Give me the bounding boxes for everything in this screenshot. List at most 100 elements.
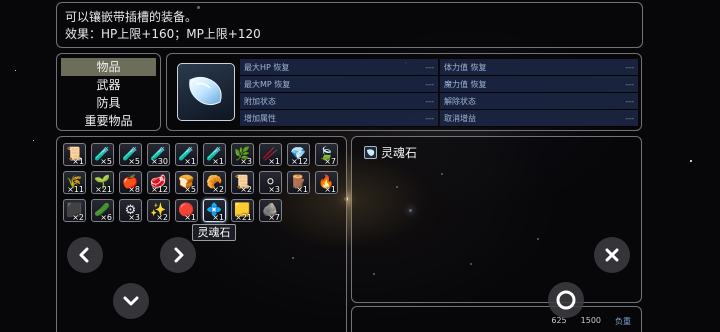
stats-row: 附加状态 --- 解除状态 --- bbox=[240, 93, 638, 110]
inventory-slot[interactable]: 🟨 ×21 bbox=[231, 199, 254, 222]
stat-label: 附加状态 bbox=[244, 96, 276, 106]
stat-value: --- bbox=[625, 96, 634, 106]
stat-value: --- bbox=[625, 113, 634, 123]
inventory-slot[interactable]: 🌾 ×11 bbox=[63, 171, 86, 194]
stat-value: --- bbox=[425, 113, 434, 123]
inventory-slot[interactable]: ⬛ ×2 bbox=[63, 199, 86, 222]
stat-cell: 取消增益 --- bbox=[440, 110, 638, 126]
item-count: ×1 bbox=[212, 213, 224, 222]
soul-stone-icon bbox=[364, 146, 377, 159]
stat-value: --- bbox=[425, 96, 434, 106]
stats-row: 增加属性 --- 取消增益 --- bbox=[240, 110, 638, 127]
category-tab-items[interactable]: 物品 bbox=[61, 58, 156, 76]
inventory-slot[interactable]: 🧪 ×5 bbox=[119, 143, 142, 166]
prev-page-button[interactable] bbox=[67, 237, 103, 273]
item-tooltip: 灵魂石 bbox=[192, 224, 236, 241]
item-description-text: 可以镶嵌带插槽的装备。 bbox=[65, 10, 198, 24]
inventory-slot[interactable]: 🥩 ×12 bbox=[147, 171, 170, 194]
stat-label: 取消增益 bbox=[444, 113, 476, 123]
soul-stone-icon bbox=[189, 76, 222, 106]
stats-row: 最大HP 恢复 --- 体力值 恢复 --- bbox=[240, 59, 638, 76]
weight-footer-panel: 625 1500 负重 bbox=[351, 306, 642, 332]
stat-cell: 附加状态 --- bbox=[240, 93, 438, 109]
stat-cell: 解除状态 --- bbox=[440, 93, 638, 109]
scroll-down-button[interactable] bbox=[113, 283, 149, 319]
item-count: ×1 bbox=[212, 157, 224, 166]
item-count: ×1 bbox=[268, 157, 280, 166]
item-count: ×1 bbox=[296, 185, 308, 194]
stat-value: --- bbox=[425, 62, 434, 72]
category-tab-weapons[interactable]: 武器 bbox=[61, 76, 156, 94]
chevron-right-icon bbox=[174, 247, 184, 263]
inventory-slot[interactable]: 💎 ×12 bbox=[287, 143, 310, 166]
item-count: ×12 bbox=[151, 185, 168, 194]
inventory-slot[interactable]: 🌿 ×3 bbox=[231, 143, 254, 166]
inventory-slot[interactable]: 🍎 ×8 bbox=[119, 171, 142, 194]
item-count: ×3 bbox=[268, 185, 280, 194]
stat-label: 魔力值 恢复 bbox=[444, 79, 487, 89]
inventory-slot[interactable]: ⚪ ×3 bbox=[259, 171, 282, 194]
item-stats-panel: 最大HP 恢复 --- 体力值 恢复 --- 最大MP 恢复 --- 魔力值 恢复 --… bbox=[166, 53, 642, 131]
item-count: ×1 bbox=[324, 185, 336, 194]
item-count: ×3 bbox=[240, 157, 252, 166]
item-detail-title: 灵魂石 bbox=[364, 144, 417, 161]
inventory-slot[interactable]: ⚙ ×3 bbox=[119, 199, 142, 222]
category-tab-armor[interactable]: 防具 bbox=[61, 94, 156, 112]
inventory-slot[interactable]: 🧪 ×30 bbox=[147, 143, 170, 166]
inventory-slot[interactable]: 🪨 ×7 bbox=[259, 199, 282, 222]
inventory-slot[interactable]: 🍞 ×5 bbox=[175, 171, 198, 194]
category-tab-key-items[interactable]: 重要物品 bbox=[61, 112, 156, 130]
inventory-slot[interactable]: 🧪 ×5 bbox=[91, 143, 114, 166]
inventory-slot[interactable]: 🧪 ×1 bbox=[175, 143, 198, 166]
inventory-slot[interactable]: 🔴 ×1 bbox=[175, 199, 198, 222]
stat-cell: 魔力值 恢复 --- bbox=[440, 76, 638, 92]
item-count: ×5 bbox=[184, 185, 196, 194]
max-weight: 1500 bbox=[580, 316, 601, 325]
stat-label: 体力值 恢复 bbox=[444, 62, 487, 72]
stat-cell: 最大MP 恢复 --- bbox=[240, 76, 438, 92]
item-count: ×5 bbox=[128, 157, 140, 166]
inventory-slot[interactable]: 📜 ×1 bbox=[63, 143, 86, 166]
inventory-slot[interactable]: 🔥 ×1 bbox=[315, 171, 338, 194]
item-count: ×30 bbox=[151, 157, 168, 166]
inventory-slot[interactable]: 📜 ×2 bbox=[231, 171, 254, 194]
item-detail-name: 灵魂石 bbox=[381, 146, 418, 160]
inventory-slot[interactable]: 🥢 ×1 bbox=[259, 143, 282, 166]
item-count: ×3 bbox=[128, 213, 140, 222]
confirm-button[interactable] bbox=[548, 282, 584, 318]
stat-label: 增加属性 bbox=[244, 113, 276, 123]
stat-value: --- bbox=[625, 62, 634, 72]
inventory-slot[interactable]: 🥒 ×6 bbox=[91, 199, 114, 222]
stat-cell: 最大HP 恢复 --- bbox=[240, 59, 438, 75]
next-page-button[interactable] bbox=[160, 237, 196, 273]
item-count: ×2 bbox=[72, 213, 84, 222]
item-count: ×6 bbox=[100, 213, 112, 222]
stat-value: --- bbox=[625, 79, 634, 89]
item-count: ×7 bbox=[324, 157, 336, 166]
item-count: ×21 bbox=[235, 213, 252, 222]
stat-value: --- bbox=[425, 79, 434, 89]
selected-item-icon bbox=[177, 63, 235, 121]
item-count: ×7 bbox=[268, 213, 280, 222]
weight-label: 负重 bbox=[615, 317, 631, 326]
inventory-slot[interactable]: 🍃 ×7 bbox=[315, 143, 338, 166]
inventory-slot[interactable]: 🪵 ×1 bbox=[287, 171, 310, 194]
item-count: ×21 bbox=[95, 185, 112, 194]
item-count: ×2 bbox=[212, 185, 224, 194]
inventory-slot[interactable]: 🧪 ×1 bbox=[203, 143, 226, 166]
stat-label: 最大HP 恢复 bbox=[244, 62, 290, 72]
item-description-panel: 可以镶嵌带插槽的装备。 效果：HP上限+160；MP上限+120 bbox=[56, 2, 643, 48]
stat-cell: 体力值 恢复 --- bbox=[440, 59, 638, 75]
inventory-slot[interactable]: 🌱 ×21 bbox=[91, 171, 114, 194]
item-count: ×11 bbox=[67, 185, 84, 194]
chevron-down-icon bbox=[123, 296, 139, 306]
circle-icon bbox=[556, 290, 576, 310]
inventory-slot[interactable]: ✨ ×2 bbox=[147, 199, 170, 222]
item-count: ×5 bbox=[100, 157, 112, 166]
close-button[interactable] bbox=[594, 237, 630, 273]
chevron-left-icon bbox=[79, 247, 89, 263]
category-panel: 物品 武器 防具 重要物品 bbox=[56, 53, 161, 131]
inventory-slot[interactable]: 🥐 ×2 bbox=[203, 171, 226, 194]
item-count: ×1 bbox=[184, 157, 196, 166]
inventory-slot[interactable]: 💠 ×1 bbox=[203, 199, 226, 222]
